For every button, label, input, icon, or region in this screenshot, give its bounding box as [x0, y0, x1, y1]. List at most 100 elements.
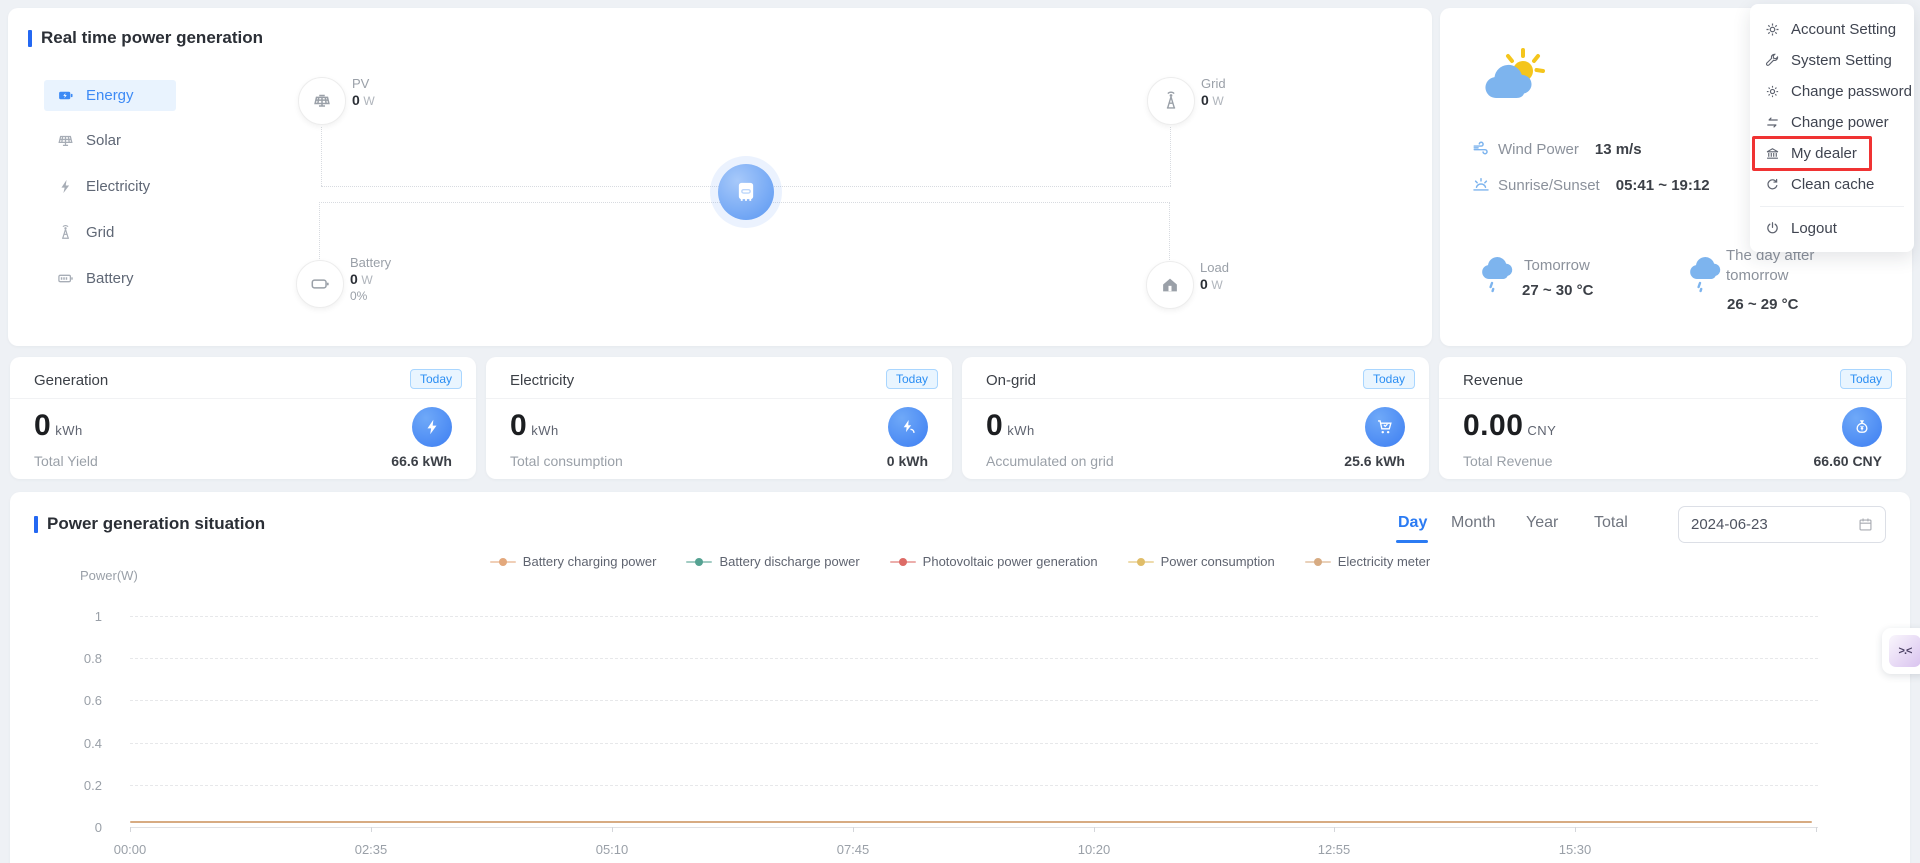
legend-battery-discharge[interactable]: Battery discharge power [686, 554, 859, 569]
menu-item-clean-cache[interactable]: Clean cache [1750, 169, 1914, 200]
y-axis-label: Power(W) [80, 568, 138, 583]
sunrise-sunset-value: 05:41 ~ 19:12 [1616, 177, 1710, 194]
load-node [1146, 261, 1194, 309]
realtime-power-card: Real time power generation Energy Solar … [8, 8, 1432, 346]
stat-title: On-grid [986, 372, 1036, 389]
stat-footer-value: 66.60 CNY [1814, 453, 1882, 469]
tab-total[interactable]: Total [1594, 514, 1628, 532]
grid-node [1147, 77, 1195, 125]
consumption-plug-icon [888, 407, 928, 447]
feedback-widget-button[interactable]: >.< [1882, 628, 1920, 674]
stat-title: Generation [34, 372, 108, 389]
solar-panel-icon [57, 132, 74, 149]
stat-footer-label: Total consumption [510, 453, 623, 469]
title-accent-bar [28, 30, 32, 47]
menu-item-system-setting[interactable]: System Setting [1750, 45, 1914, 76]
legend-battery-charging[interactable]: Battery charging power [490, 554, 657, 569]
legend-electricity-meter[interactable]: Electricity meter [1305, 554, 1430, 569]
sidebar-item-electricity[interactable]: Electricity [44, 171, 176, 202]
stat-card-ongrid: On-grid Today 0kWh Accumulated on grid 2… [962, 357, 1429, 479]
x-tick-label: 05:10 [582, 842, 642, 857]
today-badge: Today [410, 369, 462, 389]
stat-card-generation: Generation Today 0kWh Total Yield 66.6 k… [10, 357, 476, 479]
x-tick-mark [1575, 827, 1576, 832]
swap-arrows-icon [1765, 115, 1780, 130]
battery-node-label: Battery 0 W 0% [350, 255, 391, 304]
calendar-icon [1858, 517, 1873, 532]
menu-item-label: Change password [1791, 83, 1912, 100]
tomorrow-temp-range: 27 ~ 30 °C [1522, 282, 1593, 299]
sidebar-item-solar[interactable]: Solar [44, 125, 176, 156]
chart-title-text: Power generation situation [47, 514, 265, 534]
stat-title: Electricity [510, 372, 574, 389]
x-tick-mark [1094, 827, 1095, 832]
wind-power-row: Wind Power 13 m/s [1472, 140, 1642, 158]
grid-node-label: Grid 0 W [1201, 76, 1226, 109]
today-badge: Today [886, 369, 938, 389]
sidebar-item-grid[interactable]: Grid [44, 217, 176, 248]
wind-power-value: 13 m/s [1595, 141, 1642, 158]
sidebar-item-battery[interactable]: Battery [44, 263, 176, 294]
tab-day[interactable]: Day [1398, 514, 1427, 532]
legend-photovoltaic[interactable]: Photovoltaic power generation [890, 554, 1098, 569]
sidebar-item-energy[interactable]: Energy [44, 80, 176, 111]
stat-footer-label: Total Yield [34, 453, 98, 469]
y-tick: 0.4 [58, 736, 102, 751]
stat-footer-value: 66.6 kWh [391, 453, 452, 469]
sidebar-item-label: Energy [86, 87, 134, 104]
divider [486, 398, 952, 399]
sidebar-item-label: Battery [86, 270, 134, 287]
menu-item-change-password[interactable]: Change password [1750, 76, 1914, 107]
chart-data-line [130, 821, 1812, 823]
x-tick-mark [853, 827, 854, 832]
x-tick-mark [1816, 827, 1817, 832]
stat-card-electricity: Electricity Today 0kWh Total consumption… [486, 357, 952, 479]
x-tick-mark [371, 827, 372, 832]
legend-label: Photovoltaic power generation [923, 554, 1098, 569]
realtime-title: Real time power generation [28, 28, 263, 48]
flow-line-grid [1170, 127, 1171, 186]
menu-item-label: My dealer [1791, 145, 1857, 162]
tomorrow-label: Tomorrow [1524, 256, 1590, 276]
menu-item-change-power[interactable]: Change power [1750, 107, 1914, 138]
stat-footer-value: 0 kWh [887, 453, 928, 469]
title-accent-bar [34, 516, 38, 533]
legend-label: Battery charging power [523, 554, 657, 569]
rain-cloud-icon [1686, 253, 1726, 293]
load-node-label: Load 0 W [1200, 260, 1229, 293]
tab-year[interactable]: Year [1526, 514, 1558, 532]
divider [10, 398, 476, 399]
power-generation-chart-card: Power generation situation Day Month Yea… [10, 492, 1910, 863]
menu-item-label: Change power [1791, 114, 1889, 131]
legend-label: Power consumption [1161, 554, 1275, 569]
house-icon [1159, 274, 1181, 296]
x-tick-label: 00:00 [100, 842, 160, 857]
gridline [130, 658, 1818, 659]
tab-month[interactable]: Month [1451, 514, 1495, 532]
energy-battery-icon [57, 87, 74, 104]
stat-footer-label: Total Revenue [1463, 453, 1553, 469]
menu-item-logout[interactable]: Logout [1750, 213, 1914, 244]
realtime-title-text: Real time power generation [41, 28, 263, 48]
menu-item-label: System Setting [1791, 52, 1892, 69]
menu-item-my-dealer[interactable]: My dealer [1750, 138, 1914, 169]
sunrise-icon [1472, 176, 1490, 194]
flow-line-load [1169, 202, 1170, 260]
x-tick-mark [612, 827, 613, 832]
stat-footer-label: Accumulated on grid [986, 453, 1114, 469]
menu-item-label: Logout [1791, 220, 1837, 237]
wind-icon [1472, 140, 1490, 158]
legend-power-consumption[interactable]: Power consumption [1128, 554, 1275, 569]
x-tick-label: 15:30 [1545, 842, 1605, 857]
date-picker[interactable]: 2024-06-23 [1678, 506, 1886, 543]
y-tick: 0.8 [58, 651, 102, 666]
divider [1439, 398, 1906, 399]
legend-label: Electricity meter [1338, 554, 1430, 569]
logout-power-icon [1765, 221, 1780, 236]
menu-item-account-setting[interactable]: Account Setting [1750, 14, 1914, 45]
menu-item-label: Account Setting [1791, 21, 1896, 38]
legend-marker [890, 558, 916, 566]
rain-cloud-icon [1478, 253, 1518, 293]
refresh-icon [1765, 177, 1780, 192]
flow-line-pv [321, 127, 322, 186]
